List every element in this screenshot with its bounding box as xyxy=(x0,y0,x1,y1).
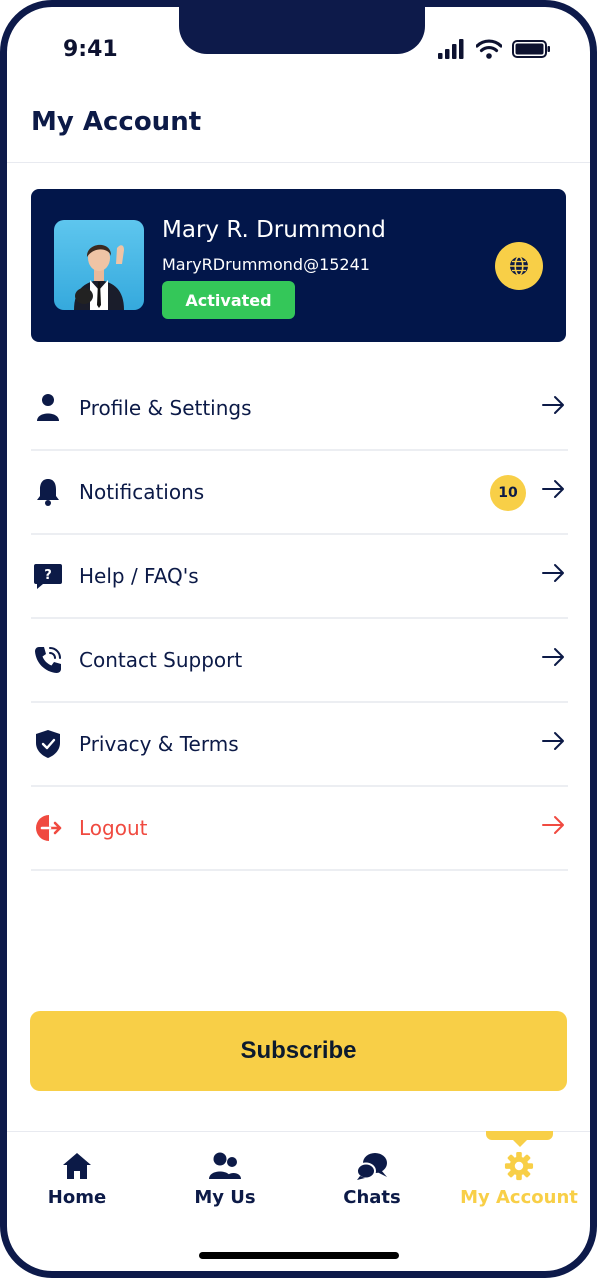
menu-label: Help / FAQ's xyxy=(79,564,199,588)
header-divider xyxy=(7,162,590,163)
tab-my-us[interactable]: My Us xyxy=(165,1151,285,1208)
menu-item-contact-support[interactable]: Contact Support xyxy=(31,619,568,703)
logout-icon xyxy=(31,811,65,845)
arrow-right-icon xyxy=(542,816,564,834)
tab-label: My Account xyxy=(460,1187,578,1208)
home-indicator xyxy=(199,1252,399,1259)
menu-label: Contact Support xyxy=(79,648,243,672)
tab-label: My Us xyxy=(194,1187,256,1208)
subscribe-button[interactable]: Subscribe xyxy=(30,1011,567,1091)
users-icon xyxy=(209,1152,241,1179)
tab-label: Home xyxy=(47,1187,107,1208)
profile-username: MaryRDrummond@15241 xyxy=(162,255,370,274)
home-icon xyxy=(63,1153,91,1179)
menu-label: Privacy & Terms xyxy=(79,732,239,756)
menu-label: Notifications xyxy=(79,480,205,504)
avatar[interactable] xyxy=(54,220,144,310)
status-time: 9:41 xyxy=(63,37,118,62)
active-tab-indicator xyxy=(486,1131,553,1147)
user-icon xyxy=(31,391,65,425)
language-button[interactable] xyxy=(495,242,543,290)
menu-label: Logout xyxy=(79,816,148,840)
menu-item-help-faq[interactable]: ? Help / FAQ's xyxy=(31,535,568,619)
tab-chats[interactable]: Chats xyxy=(312,1151,432,1208)
gear-icon xyxy=(504,1151,534,1181)
phone-frame: 9:41 My Account Mary R. Drummond MaryRDr… xyxy=(0,0,597,1278)
globe-icon xyxy=(510,256,528,276)
arrow-right-icon xyxy=(542,396,564,414)
arrow-right-icon xyxy=(542,648,564,666)
menu-item-notifications[interactable]: Notifications 10 xyxy=(31,451,568,535)
wifi-icon xyxy=(476,39,502,59)
status-icons xyxy=(438,39,552,59)
status-badge: Activated xyxy=(162,281,295,319)
tab-home[interactable]: Home xyxy=(17,1151,137,1208)
bell-icon xyxy=(31,475,65,509)
chat-bubbles-icon xyxy=(356,1153,387,1180)
page-title: My Account xyxy=(31,107,202,137)
account-menu: Profile & Settings Notifications 10 ? He… xyxy=(31,367,568,871)
tab-my-account[interactable]: My Account xyxy=(459,1151,579,1208)
menu-item-logout[interactable]: Logout xyxy=(31,787,568,871)
profile-name: Mary R. Drummond xyxy=(162,217,386,243)
battery-icon xyxy=(512,40,550,58)
menu-label: Profile & Settings xyxy=(79,396,252,420)
menu-item-privacy-terms[interactable]: Privacy & Terms xyxy=(31,703,568,787)
arrow-right-icon xyxy=(542,732,564,750)
arrow-right-icon xyxy=(542,564,564,582)
phone-icon xyxy=(31,643,65,677)
notch xyxy=(179,7,425,54)
avatar-photo xyxy=(74,244,124,310)
notification-count-badge: 10 xyxy=(490,475,526,511)
svg-text:?: ? xyxy=(44,568,52,583)
help-chat-icon: ? xyxy=(31,559,65,593)
shield-check-icon xyxy=(31,727,65,761)
arrow-right-icon xyxy=(542,480,564,498)
tab-label: Chats xyxy=(343,1187,401,1208)
menu-item-profile-settings[interactable]: Profile & Settings xyxy=(31,367,568,451)
signal-icon xyxy=(438,39,464,59)
profile-card[interactable]: Mary R. Drummond MaryRDrummond@15241 Act… xyxy=(31,189,566,342)
